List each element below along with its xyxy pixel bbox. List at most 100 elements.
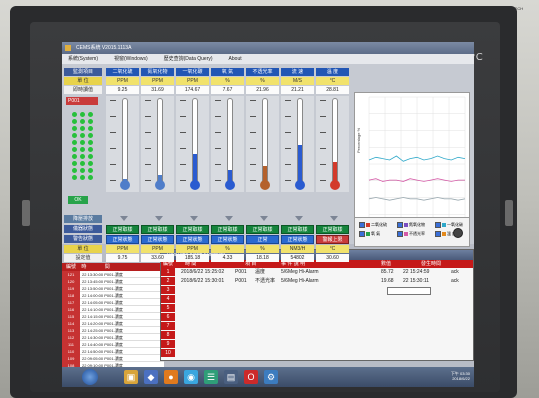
instrument-status[interactable]: 正常取樣	[106, 225, 139, 234]
legend-item[interactable]: 氧 氣	[359, 231, 380, 237]
alarm-history-row[interactable]: 113 22 14:25:00 P001-濃度	[62, 327, 164, 334]
gauge-tick	[110, 100, 116, 101]
gauge-tick	[250, 132, 256, 133]
alarm-history-row[interactable]: 116 22 14:10:00 P001-濃度	[62, 306, 164, 313]
legend-checkbox[interactable]	[435, 222, 441, 228]
purge-indicator	[295, 216, 303, 221]
alarm-history-row[interactable]: 114 22 14:20:00 P001-濃度	[62, 320, 164, 327]
alarm-summary-row[interactable]: 9	[161, 340, 473, 348]
channel-unit: M/S	[281, 77, 314, 85]
alarm-summary-row[interactable]: 5	[161, 304, 473, 312]
start-button[interactable]	[82, 369, 98, 385]
alarm-summary-row[interactable]: 1 2018/6/22 15:25:02 P001 溫度 5/6Meg Hi-Alarm…	[161, 268, 473, 276]
alarm-row-index: 114	[62, 320, 80, 327]
network-icon[interactable]: ☰	[204, 370, 218, 384]
legend-item[interactable]: 氮氧化物	[397, 222, 425, 228]
instrument-status[interactable]: 正常取樣	[176, 225, 209, 234]
explorer-icon[interactable]: ▣	[124, 370, 138, 384]
alarm-summary-row[interactable]: 8	[161, 331, 473, 339]
opera-icon[interactable]: O	[244, 370, 258, 384]
chrome-icon[interactable]: ◉	[184, 370, 198, 384]
lower-unit-cell: %	[246, 245, 279, 253]
setpoint-cell: 18.18	[246, 254, 279, 262]
status-led	[72, 112, 77, 117]
purge-indicator	[190, 216, 198, 221]
alarm-history-row[interactable]: 109 22 09:05:00 P001-濃度	[62, 355, 164, 362]
warning-status[interactable]: 正常狀態	[106, 235, 139, 244]
alarm-summary-row[interactable]: 10	[161, 349, 473, 357]
legend-checkbox[interactable]	[435, 231, 441, 237]
gauge-bulb	[225, 180, 235, 190]
warning-status[interactable]: 警報上限	[316, 235, 349, 244]
alarm-history-row[interactable]: 118 22 14:00:00 P001-濃度	[62, 292, 164, 299]
alarm-history-row[interactable]: 117 22 14:05:00 P001-濃度	[62, 299, 164, 306]
channel-name: 二氧化硫	[106, 68, 139, 76]
instrument-status[interactable]: 正常取樣	[211, 225, 244, 234]
alarm-summary-row[interactable]: 7	[161, 322, 473, 330]
settings-icon[interactable]: ⚙	[264, 370, 278, 384]
legend-checkbox[interactable]	[359, 222, 365, 228]
legend-item[interactable]: 二氧化硫	[359, 222, 387, 228]
menu-item[interactable]: 視窗(Windows)	[114, 56, 148, 62]
gauge-tick	[215, 132, 221, 133]
alarm-summary-row[interactable]: 2 2018/6/22 15:30:01 P001 不透光率 5/6Meg Hi-Ala…	[161, 277, 473, 285]
instrument-status[interactable]: 正常取樣	[246, 225, 279, 234]
app-icon-glyph: ▤	[226, 372, 236, 382]
menu-item[interactable]: 系統(System)	[68, 56, 98, 62]
legend-checkbox[interactable]	[397, 222, 403, 228]
alarm-summary-row[interactable]: 6	[161, 313, 473, 321]
chrome-icon-glyph: ◉	[187, 372, 195, 382]
alarm-ack-label[interactable]: ack	[451, 268, 459, 276]
legend-swatch	[442, 232, 446, 236]
firefox-icon[interactable]: ●	[164, 370, 178, 384]
bezel-left-notch	[22, 200, 30, 226]
alarm-summary-row[interactable]: 4	[161, 295, 473, 303]
gauge-bulb	[260, 180, 270, 190]
legend-checkbox[interactable]	[359, 231, 365, 237]
gauge-tick	[110, 164, 116, 165]
menu-item[interactable]: 歷史查詢(Data Query)	[164, 56, 213, 62]
warning-status[interactable]: 正常狀態	[281, 235, 314, 244]
alarm-history-row[interactable]: 111 22 14:40:00 P001-濃度	[62, 341, 164, 348]
speaker-toggle-icon[interactable]	[453, 228, 463, 238]
instrument-status[interactable]: 正常取樣	[281, 225, 314, 234]
alarm-history-row[interactable]: 115 22 14:15:00 P001-濃度	[62, 313, 164, 320]
window-titlebar[interactable]: CEMS系統 V2015.1113A	[62, 42, 474, 54]
legend-checkbox[interactable]	[397, 231, 403, 237]
alarm-history-row[interactable]: 110 22 14:50:00 P001-濃度	[62, 348, 164, 355]
warning-status[interactable]: 正常狀態	[141, 235, 174, 244]
alarm-history-row[interactable]: 119 22 13:50:00 P001-濃度	[62, 285, 164, 292]
status-led	[88, 112, 93, 117]
row-label-item: 監測項目	[64, 68, 102, 76]
warning-status[interactable]: 正常	[246, 235, 279, 244]
instrument-status[interactable]: 正常取樣	[141, 225, 174, 234]
legend-item[interactable]: 不透光率	[397, 231, 425, 237]
alarm-summary-dialog: RealTime Alarm Summary 編號時 間項 目事 件 說 明數值…	[160, 249, 474, 361]
alarm-history-row[interactable]: 112 22 14:30:00 P001-濃度	[62, 334, 164, 341]
warning-status[interactable]: 正常狀態	[176, 235, 209, 244]
alarm-history-row[interactable]: 120 22 13:45:00 P001-濃度	[62, 278, 164, 285]
status-led	[80, 119, 85, 124]
status-led	[88, 154, 93, 159]
alarm-summary-index: 3	[161, 286, 175, 294]
alarm-summary-input[interactable]	[387, 287, 431, 295]
alarm-ack-label[interactable]: ack	[451, 277, 459, 285]
warning-status[interactable]: 正常狀態	[211, 235, 244, 244]
instrument-status[interactable]: 正常取樣	[316, 225, 349, 234]
gauge-tick	[250, 116, 256, 117]
alarm-summary-index: 10	[161, 349, 175, 357]
media-icon[interactable]: ◆	[144, 370, 158, 384]
ok-button[interactable]: OK	[68, 196, 88, 204]
row-label-instrument: 儀器狀態	[64, 225, 102, 233]
pid-selector[interactable]: P001	[66, 97, 98, 105]
app-icon[interactable]: ▤	[224, 370, 238, 384]
opera-icon-glyph: O	[247, 372, 255, 382]
channel-unit: PPM	[176, 77, 209, 85]
alarm-summary-value: 19.68	[381, 278, 394, 284]
bezel-right-notch	[505, 200, 513, 226]
gauge-tick	[180, 116, 186, 117]
menu-item[interactable]: About	[229, 56, 242, 62]
status-led	[80, 112, 85, 117]
row-label-lower-unit: 單 位	[64, 245, 102, 253]
alarm-history-row[interactable]: 121 22 13:30:00 P001-濃度	[62, 271, 164, 278]
